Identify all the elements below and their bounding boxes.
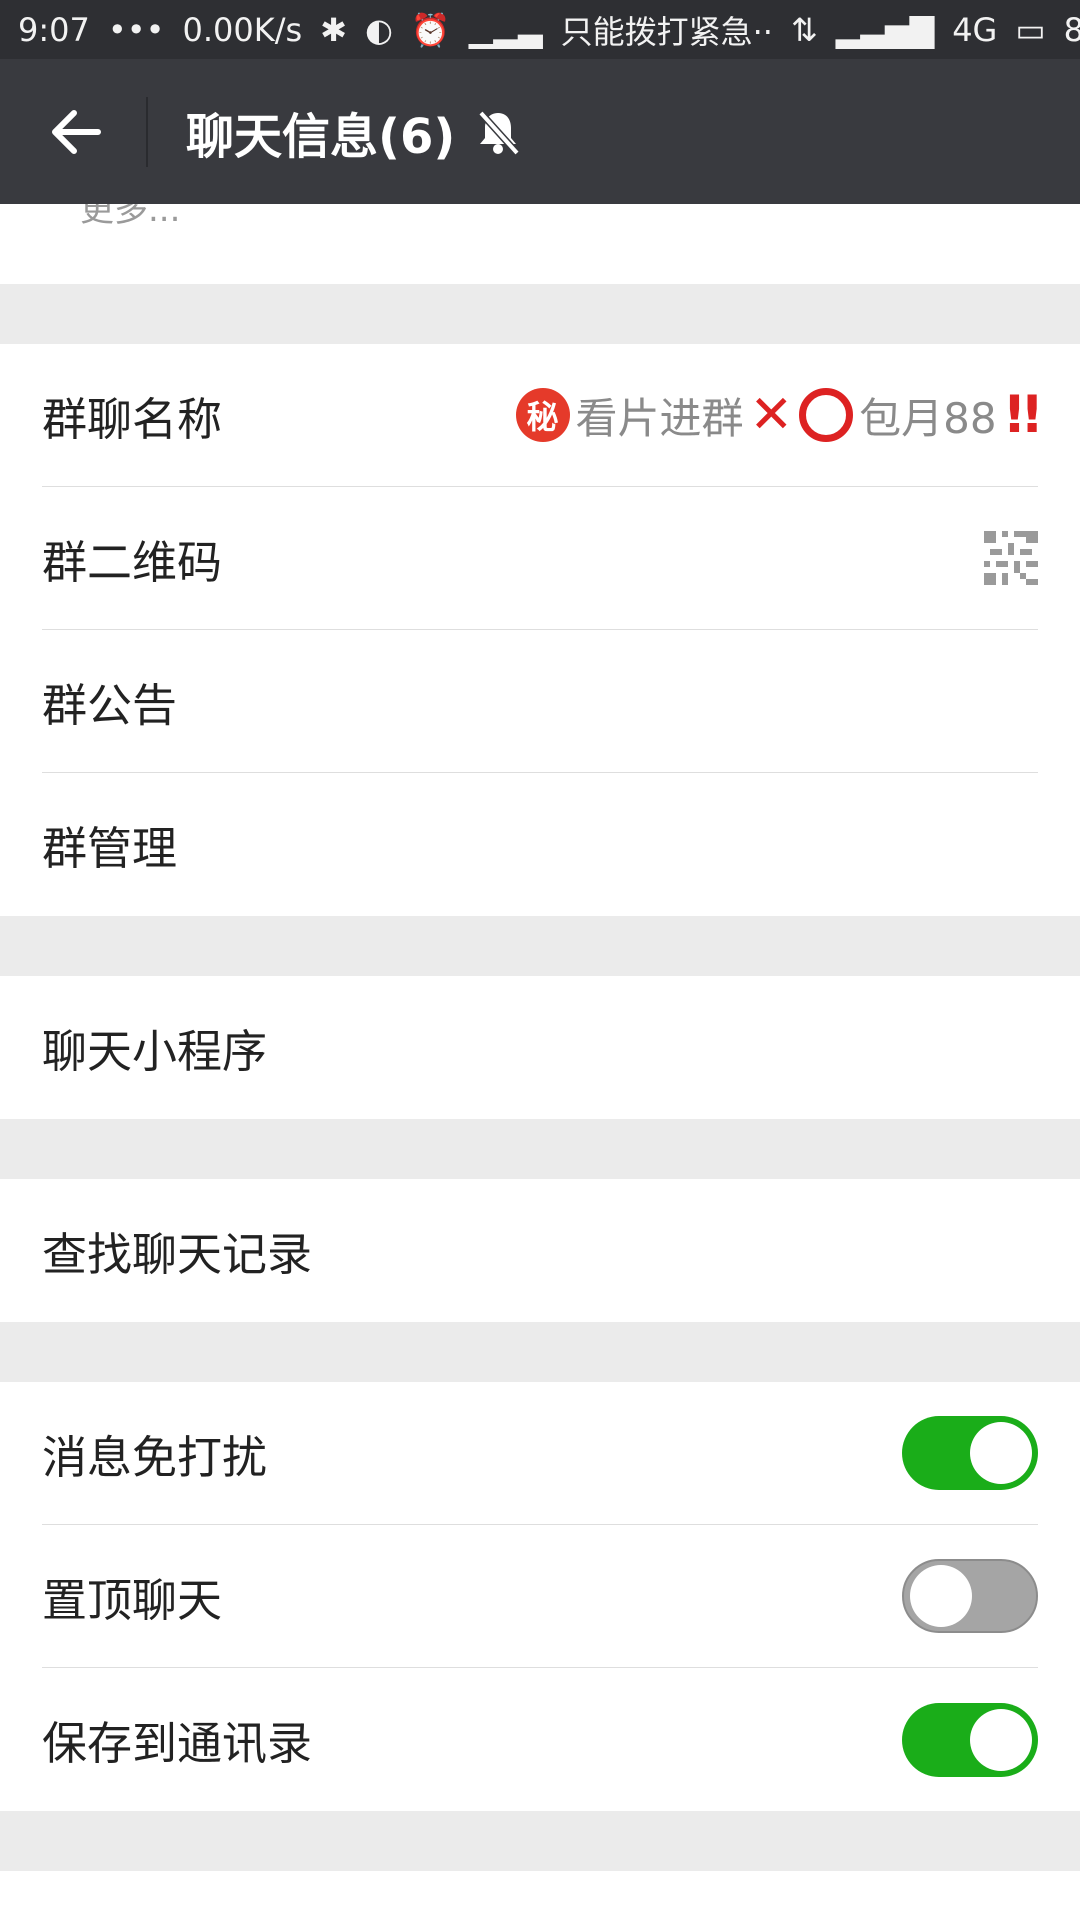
circle-emoji-icon — [799, 388, 854, 442]
appbar-divider — [146, 96, 148, 167]
back-button[interactable] — [38, 95, 112, 169]
search-history-label: 查找聊天记录 — [42, 1228, 313, 1281]
section-gap — [0, 1119, 1080, 1179]
cross-emoji-icon: ✕ — [749, 385, 794, 445]
no-signal-icon: ▁▂▃ — [468, 10, 543, 49]
section-gap — [0, 1811, 1080, 1871]
group-notice-label: 群公告 — [42, 678, 178, 732]
group-qrcode-row[interactable]: 群二维码 — [42, 487, 1038, 630]
status-bar: 9:07 ••• 0.00K/s ✱ ◐ ⏰ ▁▂▃ 只能拨打紧急·· ⇅ ▂▃… — [0, 0, 1080, 59]
mini-program-row[interactable]: 聊天小程序 — [42, 976, 1038, 1119]
group-name-row[interactable]: 群聊名称 秘 看片进群 ✕ 包月88 !! — [42, 344, 1045, 487]
partial-more-text: 更多... — [80, 204, 181, 230]
search-history-row[interactable]: 查找聊天记录 — [42, 1179, 1038, 1322]
app-bar: 聊天信息(6) — [0, 59, 1080, 204]
carrier-text: 只能拨打紧急·· — [560, 12, 773, 51]
settings-section: 消息免打扰 置顶聊天 保存到通讯录 — [0, 1382, 1080, 1811]
group-name-value: 秘 看片进群 ✕ 包月88 !! — [515, 385, 1045, 446]
sticky-on-top-toggle[interactable] — [902, 1559, 1038, 1633]
sticky-on-top-label: 置顶聊天 — [42, 1573, 223, 1627]
network-type: 4G — [952, 10, 998, 49]
toggle-knob — [970, 1708, 1032, 1771]
group-notice-row[interactable]: 群公告 — [42, 630, 1038, 773]
battery-icon: ▭ — [1015, 10, 1046, 49]
group-name-text-2: 包月88 — [859, 393, 997, 443]
section-gap — [0, 284, 1080, 344]
toggle-knob — [970, 1422, 1032, 1484]
content: 更多... 群聊名称 秘 看片进群 ✕ 包月88 !! 群二维码 群公告 群管理… — [0, 204, 1080, 1931]
toggle-knob — [910, 1565, 972, 1627]
group-name-label: 群聊名称 — [42, 392, 223, 446]
group-manage-row[interactable]: 群管理 — [42, 773, 1038, 916]
secret-emoji-icon: 秘 — [515, 388, 570, 442]
mini-program-label: 聊天小程序 — [42, 1025, 268, 1078]
mute-notifications-toggle[interactable] — [902, 1416, 1038, 1490]
group-info-section: 群聊名称 秘 看片进群 ✕ 包月88 !! 群二维码 群公告 群管理 — [0, 344, 1080, 916]
save-to-contacts-row[interactable]: 保存到通讯录 — [42, 1668, 1038, 1811]
save-to-contacts-label: 保存到通讯录 — [42, 1717, 313, 1770]
mute-bell-icon — [478, 110, 520, 155]
partial-more-row[interactable]: 更多... — [0, 204, 1080, 284]
mute-notifications-label: 消息免打扰 — [42, 1430, 268, 1484]
back-arrow-icon — [52, 109, 101, 154]
toggle-status-icon: ◐ — [364, 10, 393, 49]
group-name-text-1: 看片进群 — [575, 393, 744, 443]
group-qrcode-label: 群二维码 — [42, 535, 223, 589]
alarm-icon: ⏰ — [410, 10, 451, 49]
network-speed: 0.00K/s — [182, 10, 303, 49]
group-manage-label: 群管理 — [42, 822, 178, 875]
section-gap — [0, 1322, 1080, 1382]
battery-percent: 82% — [1063, 10, 1080, 49]
status-dots: ••• — [107, 10, 165, 49]
next-section-partial — [0, 1871, 1080, 1931]
data-transfer-icon: ⇅ — [790, 10, 818, 49]
save-to-contacts-toggle[interactable] — [902, 1702, 1038, 1777]
status-time: 9:07 — [18, 10, 90, 49]
search-history-section: 查找聊天记录 — [0, 1179, 1080, 1322]
page-title: 聊天信息(6) — [186, 108, 456, 165]
sticky-on-top-row[interactable]: 置顶聊天 — [42, 1525, 1038, 1668]
mute-notifications-row[interactable]: 消息免打扰 — [42, 1382, 1038, 1525]
mini-program-section: 聊天小程序 — [0, 976, 1080, 1119]
qrcode-icon — [984, 531, 1038, 585]
section-gap — [0, 916, 1080, 976]
signal-icon: ▂▃▅▇ — [835, 10, 935, 49]
double-exclamation-icon: !! — [1002, 385, 1045, 445]
bluetooth-icon: ✱ — [320, 10, 347, 49]
